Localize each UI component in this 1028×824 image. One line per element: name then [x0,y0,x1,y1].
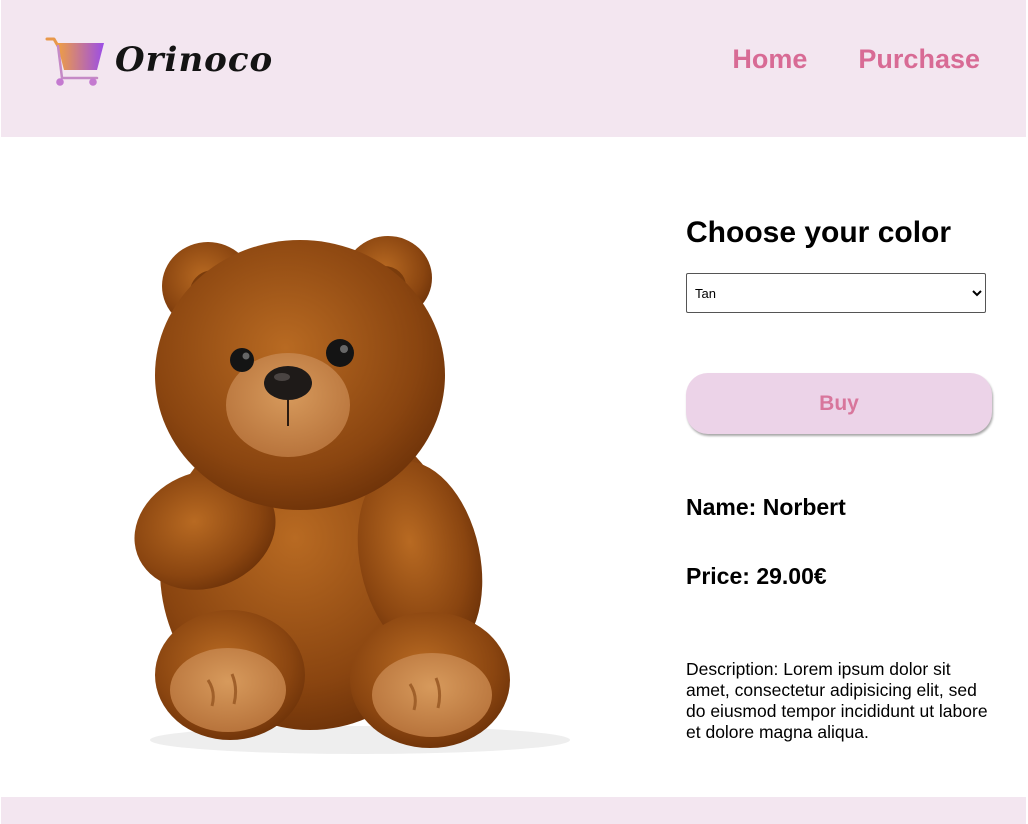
product-price: 29.00€ [756,563,827,589]
shopping-cart-icon [45,37,104,86]
nav-purchase-link[interactable]: Purchase [858,44,980,75]
product-name: Norbert [762,494,846,520]
name-label: Name: [686,494,757,520]
product-price-row: Price: 29.00€ [686,563,827,590]
brand-name: Orinoco [115,40,274,80]
site-footer [1,797,1026,824]
main-nav: Home Purchase [732,44,980,75]
site-header: Orinoco Home Purchase [1,0,1026,137]
price-label: Price: [686,563,750,589]
color-heading: Choose your color [686,216,952,249]
product-description: Description: Lorem ipsum dolor sit amet,… [686,659,996,743]
color-select[interactable]: Tan [686,273,986,313]
brand-logo[interactable]: Orinoco [45,36,272,90]
buy-button[interactable]: Buy [686,373,992,434]
description-label: Description: [686,659,779,679]
teddy-bear-image [134,236,570,754]
product-name-row: Name: Norbert [686,494,846,521]
nav-home-link[interactable]: Home [732,44,807,75]
